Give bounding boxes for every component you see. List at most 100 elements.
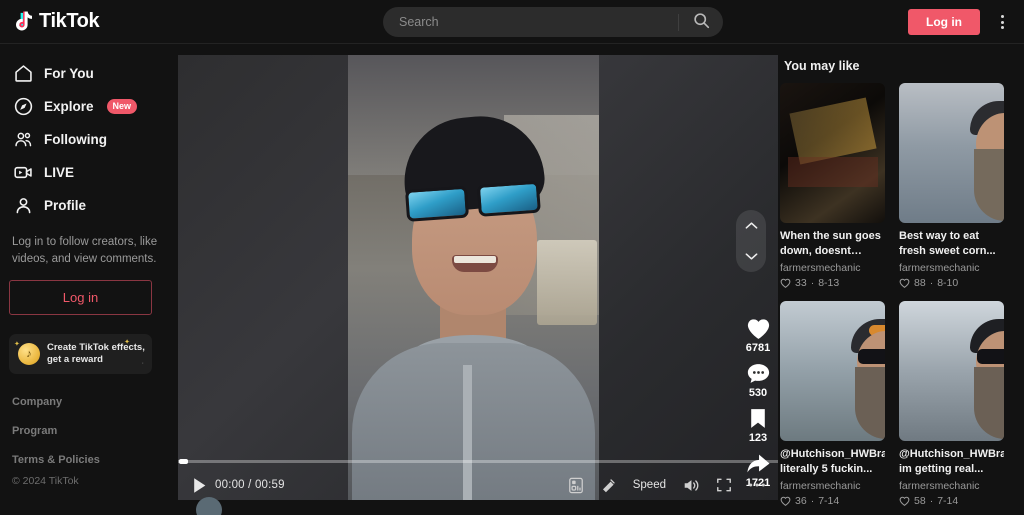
recommendation-grid: When the sun goes down, doesnt mea... fa… [780, 83, 1024, 507]
search-button[interactable] [679, 7, 723, 37]
playback-speed-button[interactable]: Speed [633, 479, 666, 491]
card-dot: · [929, 495, 934, 508]
video-thumbnail[interactable] [780, 301, 885, 442]
card-dot: · [929, 277, 934, 290]
card-title: Best way to eat fresh sweet corn... [899, 230, 996, 257]
sidebar-label: Following [44, 132, 107, 147]
bookmark-icon [751, 409, 765, 428]
login-prompt-text: Log in to follow creators, like videos, … [12, 236, 158, 265]
tiktok-logo[interactable]: TikTok [12, 10, 100, 34]
card-likes: 33 [795, 277, 807, 290]
more-options-icon[interactable] [748, 482, 766, 488]
heart-icon [780, 278, 791, 288]
copyright-text: © 2024 TikTok [12, 475, 79, 488]
live-video-icon [12, 162, 34, 184]
footer-link-company[interactable]: Company [12, 396, 166, 408]
controls-right-group: Speed [568, 477, 778, 494]
sidebar-item-explore[interactable]: Explore New [0, 90, 178, 123]
recommendation-card[interactable]: When the sun goes down, doesnt mea... fa… [780, 83, 885, 289]
person-icon [12, 195, 34, 217]
fullscreen-icon[interactable] [716, 477, 732, 493]
gold-coin-icon: ♪ [18, 343, 40, 366]
play-button[interactable] [192, 477, 207, 494]
video-thumbnail[interactable] [899, 301, 1004, 442]
card-author: farmersmechanic [899, 480, 980, 493]
sparkle-icon: ✦ [14, 341, 20, 349]
tiktok-note-icon [12, 10, 34, 34]
card-author: farmersmechanic [899, 262, 980, 275]
like-button[interactable]: 6781 [746, 317, 771, 354]
header-login-button[interactable]: Log in [908, 9, 980, 35]
new-badge: New [106, 99, 138, 114]
kebab-dot [1000, 20, 1004, 24]
caption-icon[interactable] [600, 477, 617, 494]
video-mouth [452, 255, 498, 272]
footer-link-program[interactable]: Program [12, 425, 166, 437]
search-bar[interactable] [383, 7, 723, 37]
footer-link-terms[interactable]: Terms & Policies [12, 454, 166, 466]
recommendation-card[interactable]: @Hutchison_HWBrand im getting real... fa… [899, 301, 1004, 507]
chevron-up-icon[interactable] [745, 217, 758, 235]
video-lens-left [404, 185, 470, 222]
comment-icon [747, 364, 769, 383]
sidebar-item-for-you[interactable]: For You [0, 57, 178, 90]
kebab-dot [1000, 26, 1004, 29]
sidebar-login-button[interactable]: Log in [9, 280, 152, 316]
like-count: 6781 [745, 342, 771, 354]
logo-text: TikTok [39, 10, 100, 32]
card-dot: · [810, 495, 815, 508]
video-player-stage[interactable]: 6781 530 123 1721 [178, 55, 778, 500]
bookmark-count: 123 [748, 432, 768, 444]
recommendation-card[interactable]: Best way to eat fresh sweet corn... farm… [899, 83, 1004, 289]
panel-title: You may like [784, 59, 860, 73]
sidebar-label: For You [44, 66, 94, 81]
video-thumbnail[interactable] [899, 83, 1004, 223]
card-date: 7-14 [818, 495, 840, 508]
video-thumbnail[interactable] [780, 83, 885, 223]
heart-icon [899, 496, 910, 507]
card-likes: 36 [795, 495, 807, 508]
qr-code-icon[interactable] [568, 477, 584, 494]
card-date: 7-14 [937, 495, 959, 508]
video-progress-bar[interactable] [178, 459, 778, 464]
video-navigation-arrows[interactable] [736, 210, 766, 272]
bookmark-button[interactable]: 123 [747, 407, 769, 444]
sidebar-item-following[interactable]: Following [0, 123, 178, 156]
volume-icon[interactable] [682, 477, 700, 494]
compass-icon [12, 96, 34, 118]
comment-count: 530 [748, 387, 768, 399]
play-icon [194, 477, 206, 493]
progress-scrubber-handle[interactable] [179, 459, 188, 464]
sidebar-item-live[interactable]: LIVE [0, 156, 178, 189]
video-lens-right [476, 180, 541, 217]
comment-button[interactable]: 530 [746, 362, 771, 399]
ellipsis-icon [749, 483, 765, 487]
sidebar-item-profile[interactable]: Profile [0, 189, 178, 222]
kebab-dot [1000, 15, 1004, 18]
sidebar-label: Profile [44, 198, 87, 213]
chevron-down-icon[interactable] [745, 248, 758, 266]
kebab-menu-icon[interactable] [992, 12, 1012, 32]
create-effects-promo-card[interactable]: ✦ ✦ · ♪ Create TikTok effects, get a rew… [9, 334, 152, 375]
recommendation-card[interactable]: @Hutchison_HWBrand literally 5 fuckin...… [780, 301, 885, 507]
card-meta: 88 · 8-10 [899, 277, 1004, 289]
card-title: @Hutchison_HWBrand im getting real... [899, 448, 1004, 475]
card-meta: 58 · 7-14 [899, 495, 1004, 507]
card-meta: 36 · 7-14 [780, 495, 885, 507]
sparkle-icon: · [141, 360, 144, 368]
promo-line-1: Create TikTok effects, [47, 341, 145, 353]
sidebar-label: Explore [44, 99, 94, 114]
home-icon [12, 63, 34, 85]
card-title: When the sun goes down, doesnt mea... [780, 230, 881, 257]
sidebar: For You Explore New Following LIVE Profi… [0, 44, 178, 515]
heart-icon [899, 278, 910, 288]
video-content[interactable] [348, 55, 599, 500]
card-meta: 33 · 8-13 [780, 277, 885, 289]
promo-line-2: get a reward [47, 354, 103, 366]
card-likes: 58 [914, 495, 926, 508]
search-icon [693, 12, 710, 32]
search-input[interactable] [383, 15, 678, 29]
card-author: farmersmechanic [780, 262, 861, 275]
sidebar-label: LIVE [44, 165, 75, 180]
footer-links: Company Program Terms & Policies © 2024 … [12, 396, 166, 487]
